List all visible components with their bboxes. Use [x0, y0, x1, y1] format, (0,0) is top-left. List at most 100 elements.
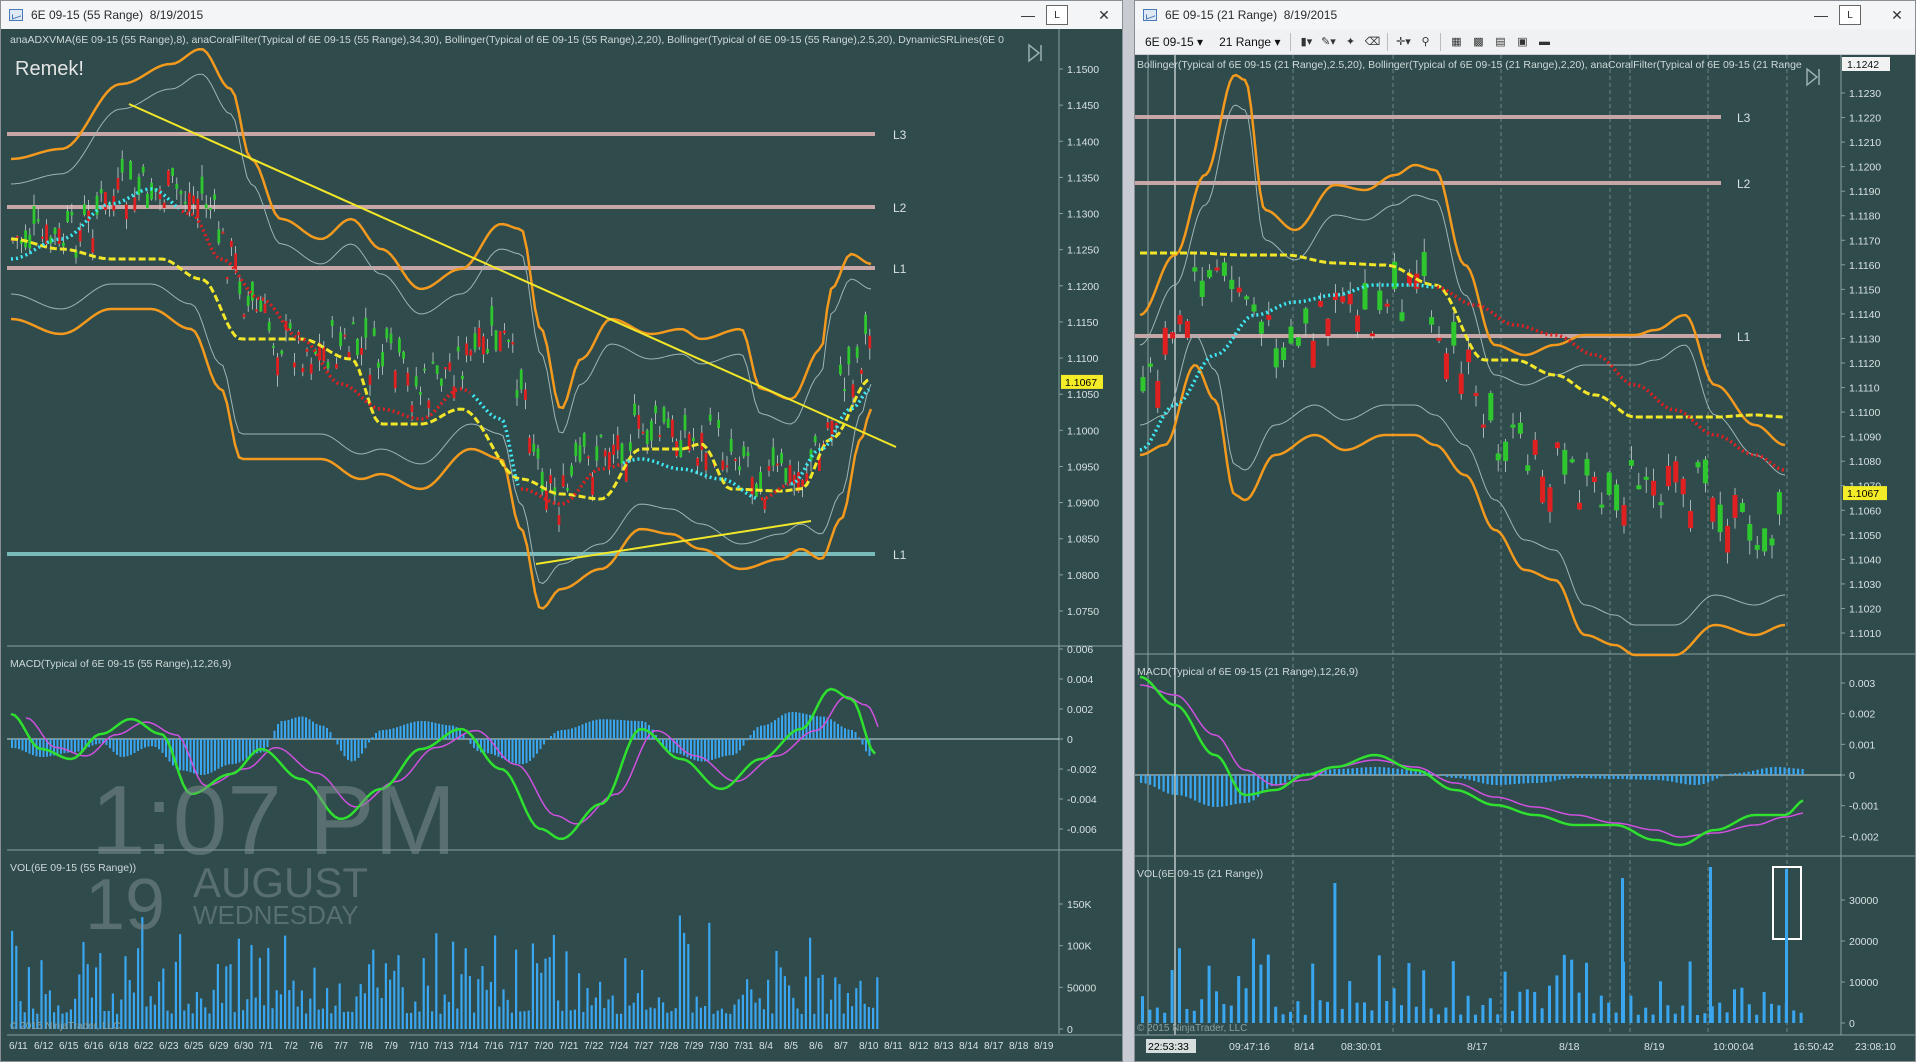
- macd-tick-label: -0.002: [1849, 831, 1879, 843]
- left-chart-window[interactable]: 6E 09-15 (55 Range) 8/19/2015 — L ✕ anaA…: [0, 0, 1123, 1062]
- macd-histogram-bar: [707, 739, 710, 761]
- right-title-bar[interactable]: 6E 09-15 (21 Range) 8/19/2015 — L ✕: [1135, 1, 1915, 29]
- volume-bar: [725, 1013, 728, 1029]
- volume-bar: [1466, 995, 1470, 1023]
- link-pin-icon[interactable]: L: [1839, 5, 1861, 25]
- volume-bar: [1333, 883, 1337, 1023]
- candle-body: [591, 476, 594, 496]
- macd-histogram-bar: [1608, 775, 1611, 779]
- minimize-icon[interactable]: —: [1803, 1, 1839, 29]
- volume-bar: [846, 992, 849, 1029]
- macd-histogram-bar: [1378, 767, 1381, 775]
- candle-body: [486, 348, 489, 354]
- candle-body: [1458, 373, 1464, 395]
- volume-bar: [225, 966, 228, 1029]
- macd-histogram-bar: [137, 739, 139, 752]
- right-chart-canvas[interactable]: Bollinger(Typical of 6E 09-15 (21 Range)…: [1135, 55, 1915, 1061]
- volume-bar: [368, 964, 371, 1029]
- candle-body: [1310, 340, 1316, 368]
- macd-header: MACD(Typical of 6E 09-15 (21 Range),12,2…: [1137, 666, 1358, 678]
- macd-histogram-bar: [588, 721, 591, 739]
- scroll-end-icon: [1806, 67, 1820, 87]
- candle-body: [259, 300, 263, 312]
- close-icon[interactable]: ✕: [1879, 1, 1915, 29]
- link-pin-icon[interactable]: L: [1046, 5, 1068, 25]
- macd-histogram-bar: [280, 721, 283, 739]
- volume-bar: [149, 996, 152, 1029]
- price-tick-label: 1.1400: [1067, 136, 1099, 148]
- candle-body: [217, 229, 221, 244]
- trendline-resistance: [128, 103, 897, 448]
- macd-histogram-bar: [557, 730, 559, 739]
- right-chart-window[interactable]: 6E 09-15 (21 Range) 8/19/2015 — L ✕ 6E 0…: [1134, 0, 1916, 1062]
- macd-tick-label: 0.003: [1849, 678, 1875, 690]
- interval-dropdown[interactable]: 21 Range ▾: [1213, 32, 1286, 51]
- date-tick-label: 6/18: [109, 1041, 129, 1052]
- macd-histogram-bar: [1702, 775, 1705, 784]
- order-entry-icon[interactable]: ▦: [1447, 34, 1465, 50]
- macd-histogram-bar: [518, 739, 521, 765]
- pencil-draw-icon[interactable]: ✎▾: [1319, 34, 1337, 50]
- macd-histogram-bar: [676, 739, 678, 754]
- data-box-icon[interactable]: ▬: [1535, 34, 1553, 50]
- instrument-dropdown[interactable]: 6E 09-15 ▾: [1139, 32, 1209, 51]
- price-tick-label: 1.1080: [1849, 456, 1881, 468]
- candle-body: [536, 448, 540, 459]
- volume-bar: [1259, 964, 1263, 1023]
- macd-histogram-bar: [392, 728, 395, 739]
- macd-histogram-bar: [1720, 775, 1723, 777]
- macd-histogram-bar: [1518, 775, 1521, 784]
- level-label: L3: [893, 128, 907, 142]
- macd-histogram-bar: [1144, 775, 1147, 784]
- macd-histogram-bar: [739, 739, 741, 751]
- volume-bar: [1688, 961, 1692, 1023]
- macd-histogram-bar: [1693, 775, 1696, 785]
- candle-body: [498, 331, 502, 352]
- zoom-icon[interactable]: ⚲: [1416, 34, 1434, 50]
- macd-histogram-bar: [1203, 775, 1206, 805]
- right-chart-area[interactable]: Bollinger(Typical of 6E 09-15 (21 Range)…: [1135, 55, 1915, 1061]
- left-title-bar[interactable]: 6E 09-15 (55 Range) 8/19/2015 — L ✕: [1, 1, 1122, 29]
- volume-bar: [317, 1009, 320, 1029]
- minimize-icon[interactable]: —: [1010, 1, 1046, 29]
- last-price-label: 1.1067: [1065, 377, 1097, 389]
- left-chart-canvas[interactable]: anaADXVMA(6E 09-15 (55 Range),8), anaCor…: [1, 29, 1122, 1061]
- macd-histogram-bar: [382, 729, 384, 739]
- candle-body: [339, 332, 342, 347]
- candle-body: [91, 238, 95, 253]
- volume-bar: [695, 996, 698, 1029]
- volume-bar: [246, 999, 249, 1029]
- macd-histogram-bar: [1707, 775, 1710, 783]
- strategies-icon[interactable]: ▩: [1469, 34, 1487, 50]
- bar-style-icon[interactable]: ▮▾: [1297, 34, 1315, 50]
- macd-histogram-bar: [1576, 775, 1579, 779]
- candle-body: [721, 460, 725, 470]
- volume-bar: [351, 1011, 354, 1029]
- date-tick-label: 7/1: [259, 1041, 273, 1052]
- price-tick-label: 1.1200: [1067, 281, 1099, 293]
- macd-histogram-bar: [1540, 775, 1543, 783]
- drawing-tool-icon[interactable]: ✦: [1341, 34, 1359, 50]
- volume-bar: [372, 949, 375, 1029]
- price-tick-label: 1.1030: [1849, 579, 1881, 591]
- indicators-icon[interactable]: ▤: [1491, 34, 1509, 50]
- left-chart-area[interactable]: anaADXVMA(6E 09-15 (55 Range),8), anaCor…: [1, 29, 1122, 1061]
- close-icon[interactable]: ✕: [1086, 1, 1122, 29]
- volume-bar: [557, 1000, 560, 1029]
- volume-bar: [758, 998, 761, 1029]
- eraser-icon[interactable]: ⌫: [1363, 34, 1381, 50]
- macd-histogram-bar: [291, 718, 293, 739]
- macd-line: [1139, 675, 1804, 847]
- volume-bar: [1629, 995, 1633, 1023]
- date-tick-label: 8/19: [1034, 1041, 1054, 1052]
- macd-histogram-bar: [1509, 775, 1512, 785]
- macd-histogram-bar: [1797, 768, 1800, 775]
- level-line: [1135, 181, 1721, 185]
- properties-icon[interactable]: ▣: [1513, 34, 1531, 50]
- candle-body: [309, 363, 313, 374]
- candle-body: [280, 350, 284, 355]
- volume-bar: [754, 1002, 757, 1029]
- crosshair-icon[interactable]: ✛▾: [1394, 34, 1412, 50]
- volume-bar: [552, 934, 555, 1029]
- candle-body: [738, 466, 741, 471]
